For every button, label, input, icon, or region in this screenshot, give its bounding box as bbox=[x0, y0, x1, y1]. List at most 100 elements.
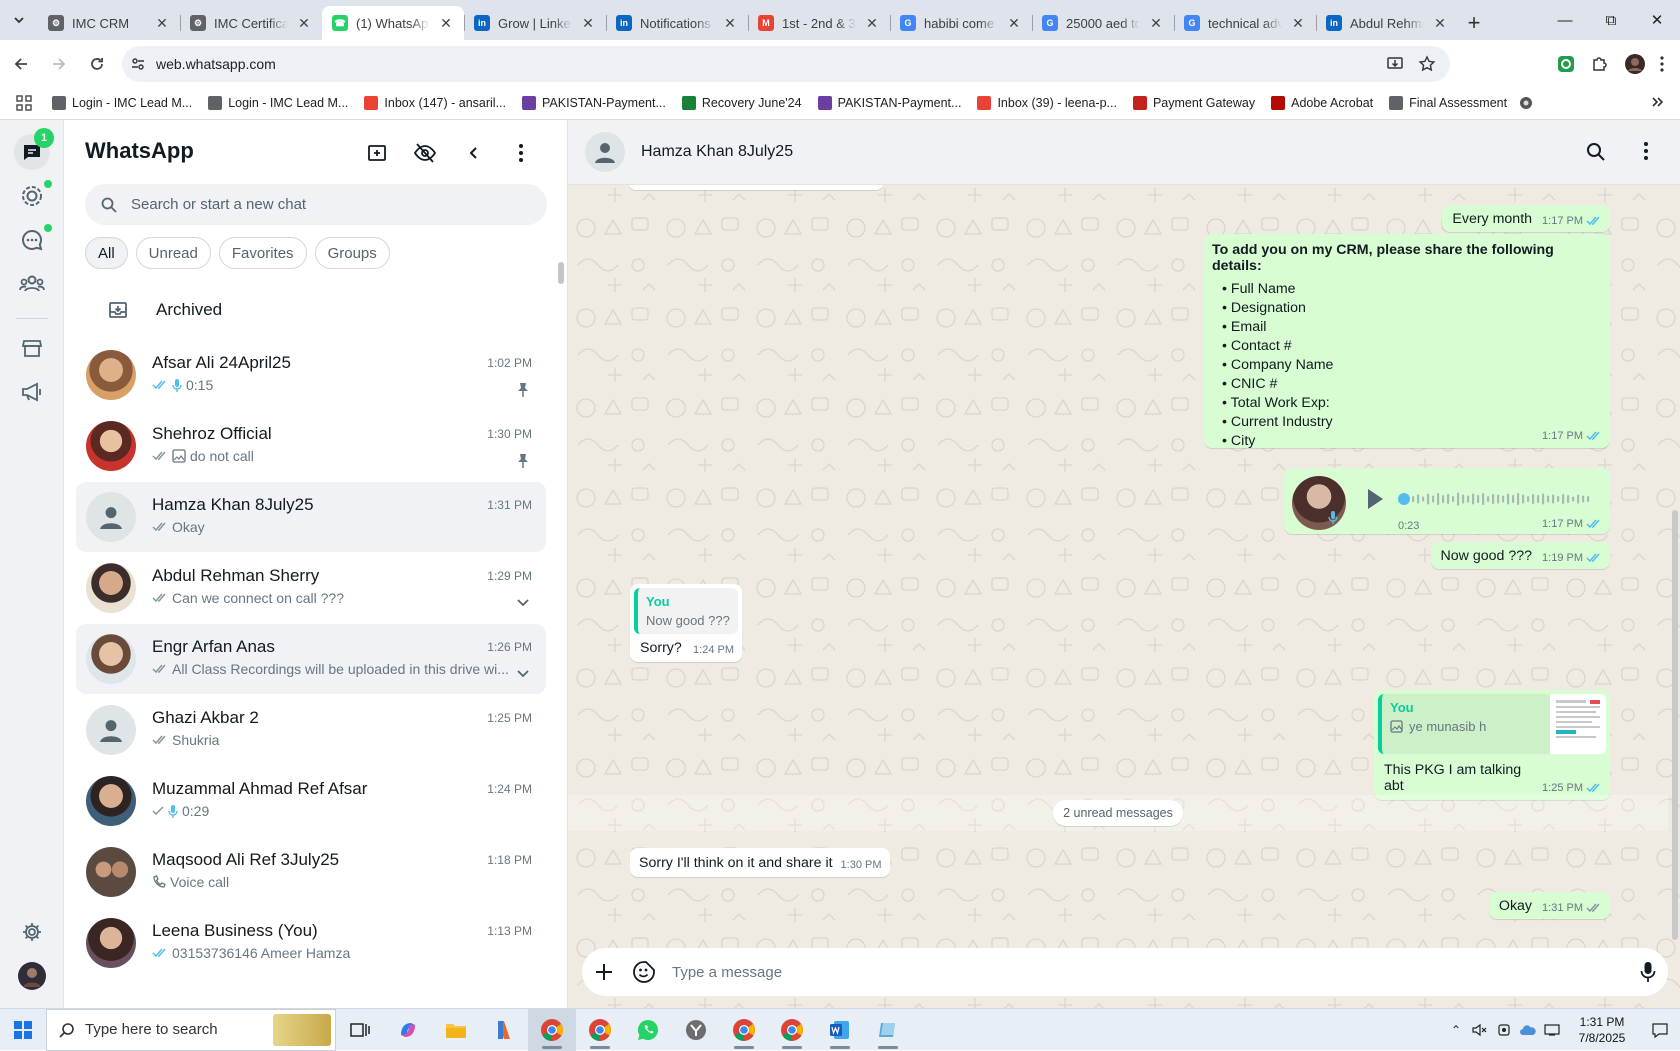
tab-search-button[interactable] bbox=[0, 0, 38, 40]
bookmark-star-icon[interactable] bbox=[1418, 55, 1436, 73]
profile-nav-button[interactable] bbox=[14, 958, 50, 994]
browser-tab[interactable]: in Grow | Linked ✕ bbox=[464, 6, 606, 40]
attach-button[interactable] bbox=[594, 962, 614, 982]
message-in[interactable]: Sorry I'll think on it and share it 1:30… bbox=[630, 848, 890, 877]
chat-list-scrollbar[interactable] bbox=[558, 262, 564, 284]
browser-tab[interactable]: M 1st - 2nd & 3 ✕ bbox=[748, 6, 890, 40]
browser-tab[interactable]: in Abdul Rehma ✕ bbox=[1316, 6, 1458, 40]
taskbar-word[interactable] bbox=[816, 1009, 864, 1051]
play-button[interactable] bbox=[1366, 488, 1384, 510]
contact-name[interactable]: Hamza Khan 8July25 bbox=[641, 143, 793, 161]
channels-nav-button[interactable] bbox=[14, 222, 52, 258]
taskbar-chrome-4[interactable] bbox=[768, 1009, 816, 1051]
browser-tab[interactable]: ⚙ IMC Certifica ✕ bbox=[180, 6, 322, 40]
browser-tab[interactable]: Gtechnical adv ✕ bbox=[1174, 6, 1316, 40]
bookmark-item[interactable]: Recovery June'24 bbox=[681, 96, 802, 110]
chat-list-menu-button[interactable] bbox=[506, 138, 536, 168]
taskbar-clock[interactable]: 1:31 PM 7/8/2025 bbox=[1564, 1014, 1640, 1046]
filter-groups[interactable]: Groups bbox=[314, 237, 390, 269]
tab-close-icon[interactable]: ✕ bbox=[438, 15, 454, 31]
status-nav-button[interactable] bbox=[14, 178, 52, 214]
camera-icon[interactable] bbox=[1492, 1023, 1516, 1037]
tab-close-icon[interactable]: ✕ bbox=[580, 15, 596, 31]
notifications-icon[interactable] bbox=[1640, 1022, 1680, 1038]
browser-tab[interactable]: in Notifications ✕ bbox=[606, 6, 748, 40]
chat-row[interactable]: Engr Arfan Anas 1:26 PM All Class Recordin… bbox=[76, 624, 546, 694]
voice-record-button[interactable] bbox=[1640, 961, 1656, 983]
bookmark-item[interactable]: Login - IMC Lead M... bbox=[208, 96, 348, 110]
profile-avatar-icon[interactable] bbox=[1624, 53, 1646, 75]
start-button[interactable] bbox=[0, 1009, 46, 1051]
bookmarks-overflow-icon[interactable] bbox=[1650, 95, 1664, 109]
chat-row[interactable]: Maqsood Ali Ref 3July25 1:18 PM Voice call bbox=[76, 837, 546, 907]
new-tab-button[interactable]: + bbox=[1458, 6, 1490, 40]
chevron-down-icon[interactable] bbox=[514, 594, 532, 612]
bookmark-item[interactable]: Inbox (39) - leena-p... bbox=[977, 96, 1117, 110]
chats-nav-button[interactable]: 1 bbox=[14, 128, 54, 170]
filter-unread[interactable]: Unread bbox=[135, 237, 211, 269]
chat-row[interactable]: Hamza Khan 8July25 1:31 PM Okay bbox=[76, 482, 546, 552]
chat-row[interactable]: Shehroz Official 1:30 PM do not call bbox=[76, 411, 546, 481]
chat-row[interactable]: Muzammal Ahmad Ref Afsar 1:24 PM 0:29 bbox=[76, 766, 546, 836]
quoted-message[interactable]: You Now good ??? bbox=[634, 588, 738, 634]
conversation-menu-button[interactable] bbox=[1644, 142, 1648, 160]
tab-close-icon[interactable]: ✕ bbox=[154, 15, 170, 31]
reload-button[interactable] bbox=[80, 47, 114, 81]
bookmark-folder-icon[interactable] bbox=[1519, 96, 1533, 110]
tab-close-icon[interactable]: ✕ bbox=[1148, 15, 1164, 31]
voice-waveform[interactable] bbox=[1398, 490, 1592, 508]
taskbar-file-explorer[interactable] bbox=[432, 1009, 480, 1051]
minimize-icon[interactable]: — bbox=[1542, 0, 1588, 40]
chat-row[interactable]: Ghazi Akbar 2 1:25 PM Shukria bbox=[76, 695, 546, 765]
filter-all[interactable]: All bbox=[85, 237, 128, 269]
message-out[interactable]: Every month 1:17 PM bbox=[1442, 205, 1610, 232]
install-app-icon[interactable] bbox=[1386, 55, 1404, 73]
lock-chats-button[interactable] bbox=[410, 138, 440, 168]
voice-message[interactable]: 0:23 1:17 PM bbox=[1284, 468, 1610, 534]
weather-icon[interactable] bbox=[1516, 1023, 1540, 1037]
message-out[interactable]: Okay 1:31 PM bbox=[1488, 892, 1610, 919]
tab-close-icon[interactable]: ✕ bbox=[864, 15, 880, 31]
bookmark-item[interactable]: Login - IMC Lead M... bbox=[52, 96, 192, 110]
chevron-down-icon[interactable] bbox=[514, 665, 532, 683]
bookmark-item[interactable]: Adobe Acrobat bbox=[1271, 96, 1373, 110]
volume-muted-icon[interactable] bbox=[1468, 1023, 1492, 1037]
taskbar-copilot[interactable] bbox=[384, 1009, 432, 1051]
chat-row[interactable]: Leena Business (You) 1:13 PM 03153736146 A… bbox=[76, 908, 546, 978]
bookmark-item[interactable]: PAKISTAN-Payment... bbox=[522, 96, 666, 110]
browser-tab[interactable]: G 25000 aed to ✕ bbox=[1032, 6, 1174, 40]
quoted-message[interactable]: You ye munasib h bbox=[1378, 694, 1606, 754]
browser-tab[interactable]: Ghabibi come t ✕ bbox=[890, 6, 1032, 40]
taskbar-chrome-3[interactable] bbox=[720, 1009, 768, 1051]
tab-close-icon[interactable]: ✕ bbox=[1432, 15, 1448, 31]
address-bar[interactable]: web.whatsapp.com bbox=[122, 46, 1450, 82]
search-chat-button[interactable] bbox=[1586, 142, 1606, 162]
taskbar-chrome-2[interactable] bbox=[576, 1009, 624, 1051]
taskbar-app-orange[interactable] bbox=[480, 1009, 528, 1051]
taskbar-chrome-active[interactable] bbox=[528, 1008, 576, 1051]
archived-row[interactable]: Archived bbox=[64, 280, 567, 340]
communities-nav-button[interactable] bbox=[14, 266, 50, 302]
contact-avatar[interactable] bbox=[585, 132, 625, 172]
browser-tab[interactable]: ⚙ IMC CRM ✕ bbox=[38, 6, 180, 40]
apps-grid-icon[interactable] bbox=[16, 95, 32, 111]
chevron-up-icon[interactable]: ⌃ bbox=[1444, 1023, 1468, 1037]
taskbar-app-gray[interactable] bbox=[672, 1009, 720, 1051]
message-out-crm[interactable]: To add you on my CRM, please share the f… bbox=[1204, 234, 1610, 449]
tab-close-icon[interactable]: ✕ bbox=[1006, 15, 1022, 31]
chat-row[interactable]: Afsar Ali 24April25 1:02 PM 0:15 bbox=[76, 340, 546, 410]
taskbar-whatsapp[interactable] bbox=[624, 1009, 672, 1051]
filter-favorites[interactable]: Favorites bbox=[218, 237, 307, 269]
restore-icon[interactable]: ⧉ bbox=[1588, 0, 1634, 40]
tab-close-icon[interactable]: ✕ bbox=[296, 15, 312, 31]
extension-green-icon[interactable] bbox=[1556, 54, 1576, 74]
search-input[interactable] bbox=[131, 196, 511, 213]
conversation-scrollbar[interactable] bbox=[1672, 510, 1678, 940]
forward-button[interactable] bbox=[42, 47, 76, 81]
settings-nav-button[interactable] bbox=[14, 914, 50, 950]
chat-row[interactable]: Abdul Rehman Sherry 1:29 PM Can we connect… bbox=[76, 553, 546, 623]
new-chat-button[interactable] bbox=[362, 138, 392, 168]
emoji-button[interactable] bbox=[632, 960, 656, 984]
advertise-nav-button[interactable] bbox=[14, 374, 50, 410]
bookmark-item[interactable]: PAKISTAN-Payment... bbox=[817, 96, 961, 110]
